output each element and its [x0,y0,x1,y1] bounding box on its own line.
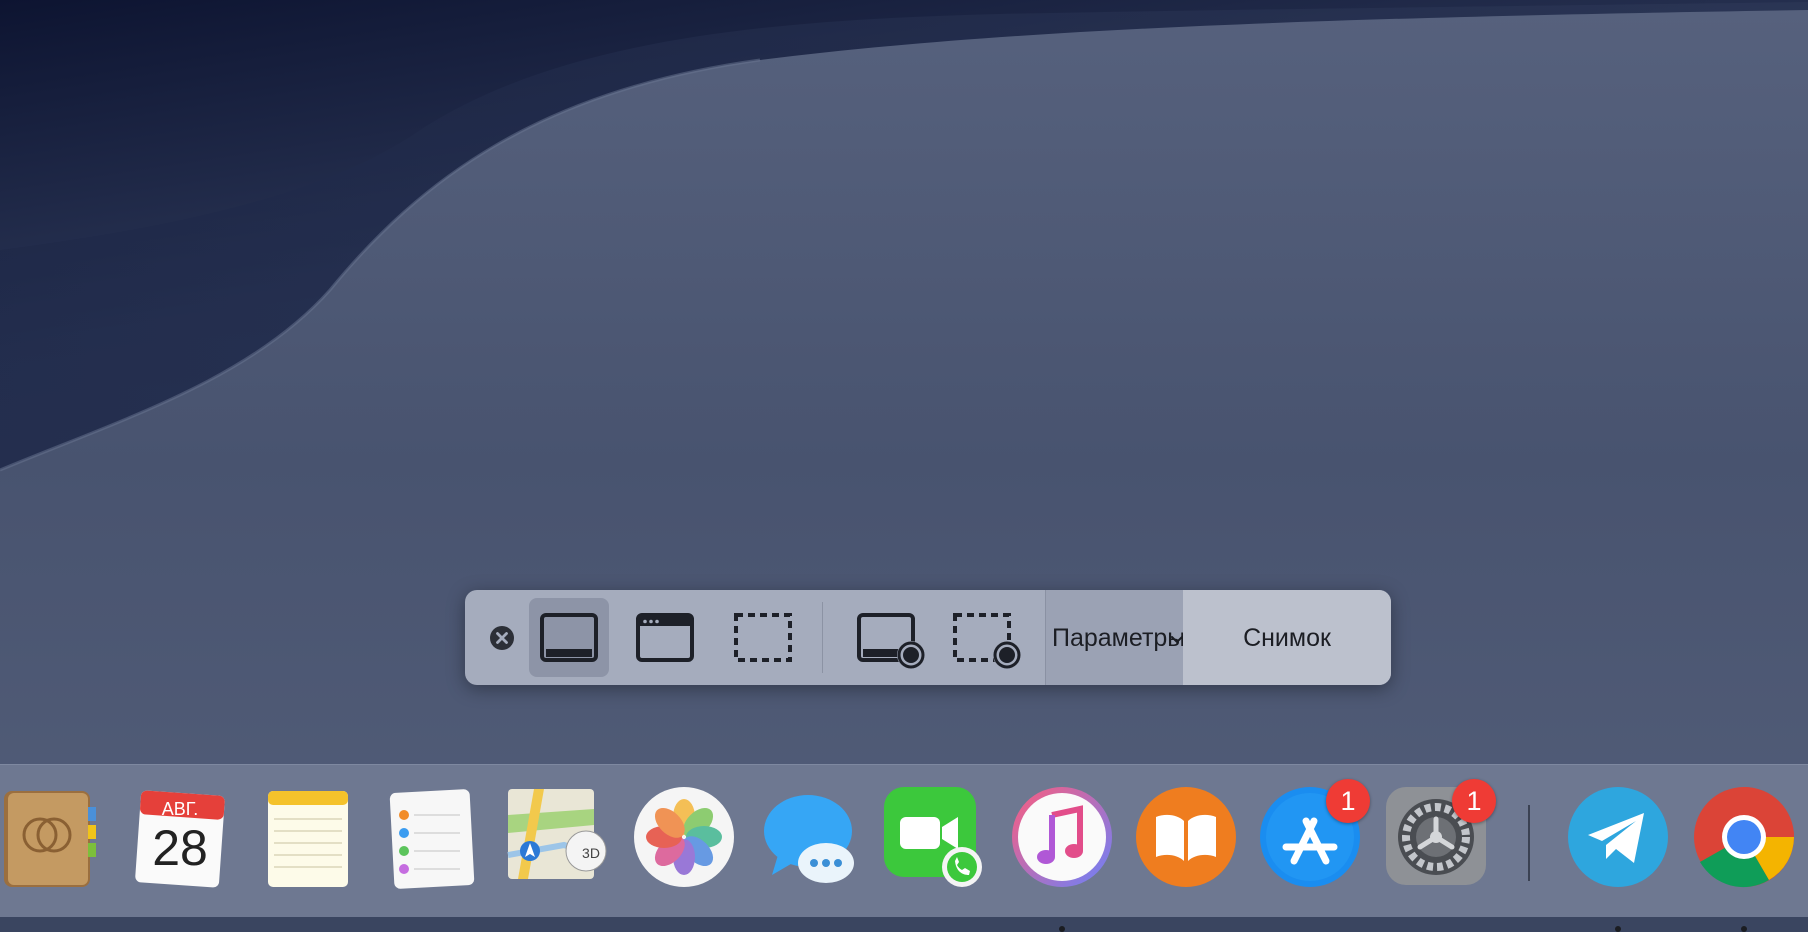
dock-item-photos[interactable] [632,785,736,889]
capture-label: Снимок [1243,624,1331,652]
maps-icon [507,789,607,879]
dock-item-itunes[interactable] [1010,785,1114,932]
notes-icon [268,791,348,887]
dock-item-maps[interactable]: 3D [504,785,608,889]
options-label: Параметры [1052,624,1186,652]
photos-icon [634,787,734,887]
capture-selected-window-button[interactable] [625,598,705,677]
record-selection-icon [953,613,1021,669]
capture-button[interactable]: Снимок [1183,590,1391,685]
dock-item-system-preferences[interactable]: 1 [1384,779,1496,889]
dock-item-reminders[interactable] [380,785,484,889]
calendar-day: 28 [152,820,208,876]
dock-item-chrome[interactable] [1692,785,1796,932]
running-indicator [1615,926,1621,932]
close-button[interactable] [489,625,515,651]
running-indicator [1741,926,1747,932]
record-selected-portion-button[interactable] [945,598,1025,677]
dock-item-messages[interactable] [758,785,862,889]
calendar-month: АВГ. [161,799,199,819]
dock-item-telegram[interactable] [1566,785,1670,932]
system-preferences-badge: 1 [1452,779,1496,823]
contacts-icon [4,791,96,887]
window-icon [636,613,694,662]
books-icon [1136,787,1236,887]
record-screen-icon [857,613,925,669]
telegram-icon [1568,787,1668,887]
app-store-badge: 1 [1326,779,1370,823]
reminders-icon [389,789,475,889]
dock-separator [1528,805,1530,881]
options-menu-button[interactable]: Параметры [1045,590,1186,685]
dock-item-books[interactable] [1134,785,1238,889]
running-indicator [1059,926,1065,932]
maps-3d-label: 3D [582,845,600,861]
dock-item-notes[interactable] [256,785,360,889]
chevron-down-icon [1171,636,1183,644]
record-entire-screen-button[interactable] [849,598,929,677]
dock-item-contacts[interactable] [0,785,104,889]
itunes-icon [1012,787,1112,887]
chrome-icon [1694,787,1794,888]
toolbar-separator [822,602,823,673]
messages-icon [764,795,854,883]
screenshot-toolbar: Параметры Снимок [465,590,1391,685]
capture-entire-screen-button[interactable] [529,598,609,677]
entire-screen-icon [540,613,598,662]
facetime-icon [884,787,982,887]
dock: АВГ. 28 3D 1 1 [0,764,1808,932]
dashed-selection-icon [734,613,792,662]
dock-item-app-store[interactable]: 1 [1258,779,1370,889]
capture-selected-portion-button[interactable] [723,598,803,677]
dock-item-facetime[interactable] [882,785,986,889]
dock-item-calendar[interactable]: АВГ. 28 [128,785,232,889]
close-icon [490,626,514,650]
